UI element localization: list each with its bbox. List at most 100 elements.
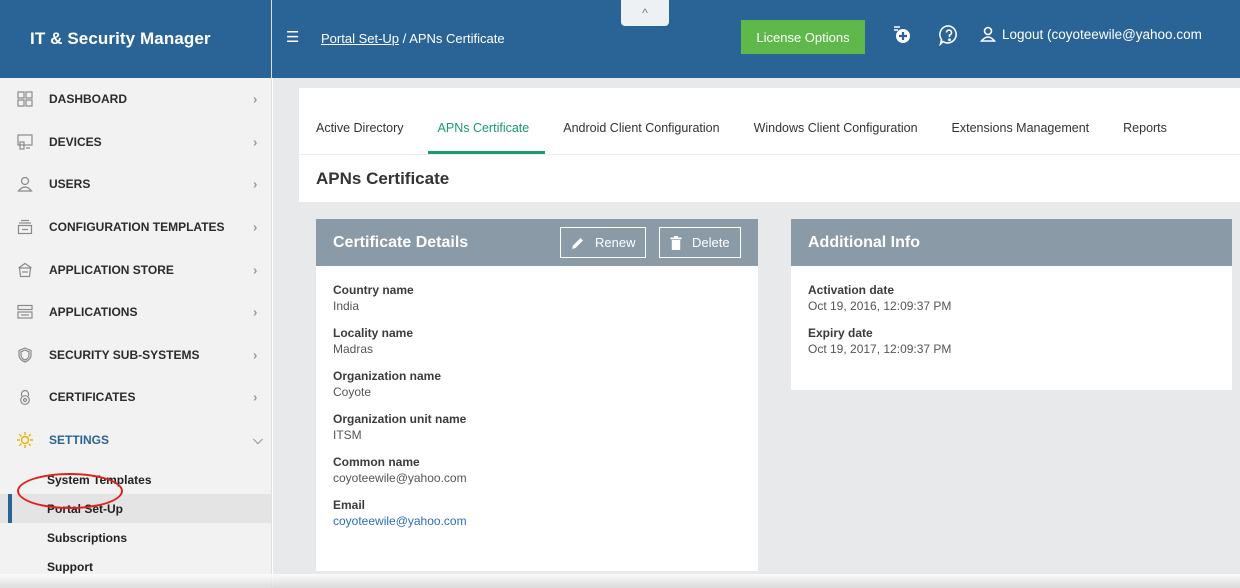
sidebar-item-devices[interactable]: DEVICES › xyxy=(0,121,271,164)
configuration-templates-icon xyxy=(16,218,34,236)
chevron-down-icon: ⌵ xyxy=(253,432,263,448)
sidebar-item-users[interactable]: USERS › xyxy=(0,163,271,206)
sidebar-item-label: CERTIFICATES xyxy=(49,390,136,405)
help-icon[interactable] xyxy=(938,24,960,46)
field-value: ITSM xyxy=(333,428,362,442)
pencil-icon xyxy=(571,236,585,250)
users-icon xyxy=(16,175,34,193)
field-common-name: Common name coyoteewile@yahoo.com xyxy=(333,455,758,486)
sidebar-item-settings[interactable]: SETTINGS ⌵ xyxy=(0,419,271,462)
logout-label: Logout (coyoteewile@yahoo.com xyxy=(1002,26,1202,42)
field-value: Coyote xyxy=(333,385,372,399)
field-value: India xyxy=(333,299,360,313)
field-country-name: Country name India xyxy=(333,283,758,314)
sidebar-item-label: APPLICATION STORE xyxy=(49,262,174,277)
field-label: Locality name xyxy=(333,326,414,340)
breadcrumb: Portal Set-Up / APNs Certificate xyxy=(321,31,505,46)
delete-button[interactable]: Delete xyxy=(659,227,741,258)
field-value: Oct 19, 2016, 12:09:37 PM xyxy=(808,299,952,313)
sidebar-item-applications[interactable]: APPLICATIONS › xyxy=(0,291,271,334)
sidebar-item-label: DASHBOARD xyxy=(49,92,127,107)
settings-submenu: System Templates Portal Set-Up Subscript… xyxy=(0,465,271,581)
top-bar: ☰ Portal Set-Up / APNs Certificate ^ Lic… xyxy=(272,0,1240,78)
submenu-item-portal-set-up[interactable]: Portal Set-Up xyxy=(0,494,271,524)
sidebar-item-label: USERS xyxy=(49,177,91,192)
card-title: Certificate Details xyxy=(333,233,469,251)
settings-gear-icon xyxy=(16,431,34,449)
sidebar-item-label: CONFIGURATION TEMPLATES xyxy=(49,220,225,235)
chevron-right-icon: › xyxy=(253,389,258,405)
field-locality-name: Locality name Madras xyxy=(333,326,758,357)
sidebar-item-configuration-templates[interactable]: CONFIGURATION TEMPLATES › xyxy=(0,206,271,249)
logout-link[interactable]: Logout (coyoteewile@yahoo.com xyxy=(980,26,1202,42)
field-label: Organization name xyxy=(333,369,442,383)
breadcrumb-current: APNs Certificate xyxy=(409,31,505,46)
sidebar-item-label: SECURITY SUB-SYSTEMS xyxy=(49,347,200,362)
field-organization-unit-name: Organization unit name ITSM xyxy=(333,412,758,443)
applications-icon xyxy=(16,303,34,321)
main-content: Active Directory APNs Certificate Androi… xyxy=(273,78,1240,588)
hamburger-menu-icon[interactable]: ☰ xyxy=(286,28,299,46)
sidebar-item-security-sub-systems[interactable]: SECURITY SUB-SYSTEMS › xyxy=(0,334,271,377)
dashboard-icon xyxy=(16,90,34,108)
user-icon xyxy=(980,26,996,42)
tab-android-client-configuration[interactable]: Android Client Configuration xyxy=(563,102,719,154)
tab-reports[interactable]: Reports xyxy=(1123,102,1167,154)
field-label: Country name xyxy=(333,283,414,297)
field-label: Organization unit name xyxy=(333,412,467,426)
field-value: Madras xyxy=(333,342,374,356)
field-label: Activation date xyxy=(808,283,895,297)
certificate-details-header: Certificate Details Renew Delete xyxy=(316,219,758,266)
sidebar-item-dashboard[interactable]: DASHBOARD › xyxy=(0,78,271,121)
tab-windows-client-configuration[interactable]: Windows Client Configuration xyxy=(754,102,918,154)
tab-apns-certificate[interactable]: APNs Certificate xyxy=(427,102,545,154)
field-label: Expiry date xyxy=(808,326,873,340)
portal-setup-tabs: Active Directory APNs Certificate Androi… xyxy=(299,88,1240,154)
field-email: Email coyoteewile@yahoo.com xyxy=(333,498,758,529)
tab-extensions-management[interactable]: Extensions Management xyxy=(952,102,1090,154)
submenu-item-label: Portal Set-Up xyxy=(47,501,124,516)
license-options-button[interactable]: License Options xyxy=(741,20,865,54)
submenu-item-label: Support xyxy=(47,559,93,574)
chevron-right-icon: › xyxy=(253,219,258,235)
field-value: coyoteewile@yahoo.com xyxy=(333,471,467,485)
add-notification-icon[interactable] xyxy=(891,24,913,46)
submenu-item-system-templates[interactable]: System Templates xyxy=(0,465,271,494)
chevron-right-icon: › xyxy=(253,347,258,363)
breadcrumb-link-portal-set-up[interactable]: Portal Set-Up xyxy=(321,31,399,46)
page-title-bar: APNs Certificate xyxy=(299,154,1240,202)
submenu-item-subscriptions[interactable]: Subscriptions xyxy=(0,523,271,552)
sidebar: IT & Security Manager DASHBOARD › DEVICE… xyxy=(0,0,272,588)
certificate-fields: Country name India Locality name Madras … xyxy=(316,266,758,529)
field-organization-name: Organization name Coyote xyxy=(333,369,758,400)
sidebar-item-application-store[interactable]: APPLICATION STORE › xyxy=(0,248,271,291)
sidebar-item-label: DEVICES xyxy=(49,134,102,149)
delete-label: Delete xyxy=(692,235,730,250)
collapse-header-chevron-up-icon[interactable]: ^ xyxy=(621,0,669,26)
torn-edge-fade xyxy=(0,574,1240,588)
renew-label: Renew xyxy=(595,235,636,250)
additional-info-card: Additional Info Activation date Oct 19, … xyxy=(791,219,1232,390)
field-label: Common name xyxy=(333,455,420,469)
page-title: APNs Certificate xyxy=(316,169,450,188)
additional-fields: Activation date Oct 19, 2016, 12:09:37 P… xyxy=(791,266,1232,357)
devices-icon xyxy=(16,133,34,151)
security-shield-icon xyxy=(16,346,34,364)
submenu-item-label: Subscriptions xyxy=(47,530,128,545)
field-label: Email xyxy=(333,498,366,512)
email-link[interactable]: coyoteewile@yahoo.com xyxy=(333,513,758,529)
additional-info-header: Additional Info xyxy=(791,219,1232,266)
trash-icon xyxy=(670,235,682,250)
chevron-right-icon: › xyxy=(253,262,258,278)
app-title: IT & Security Manager xyxy=(0,0,271,78)
sidebar-item-certificates[interactable]: CERTIFICATES › xyxy=(0,376,271,419)
sidebar-nav: DASHBOARD › DEVICES › USERS › CONFIGURAT… xyxy=(0,78,271,461)
field-expiry-date: Expiry date Oct 19, 2017, 12:09:37 PM xyxy=(808,326,1232,357)
sidebar-item-label: SETTINGS xyxy=(49,433,110,448)
field-activation-date: Activation date Oct 19, 2016, 12:09:37 P… xyxy=(808,283,1232,314)
breadcrumb-separator: / xyxy=(402,31,407,46)
tab-active-directory[interactable]: Active Directory xyxy=(316,102,404,154)
renew-button[interactable]: Renew xyxy=(560,227,647,258)
chevron-right-icon: › xyxy=(253,304,258,320)
content-panel: Active Directory APNs Certificate Androi… xyxy=(299,88,1240,588)
